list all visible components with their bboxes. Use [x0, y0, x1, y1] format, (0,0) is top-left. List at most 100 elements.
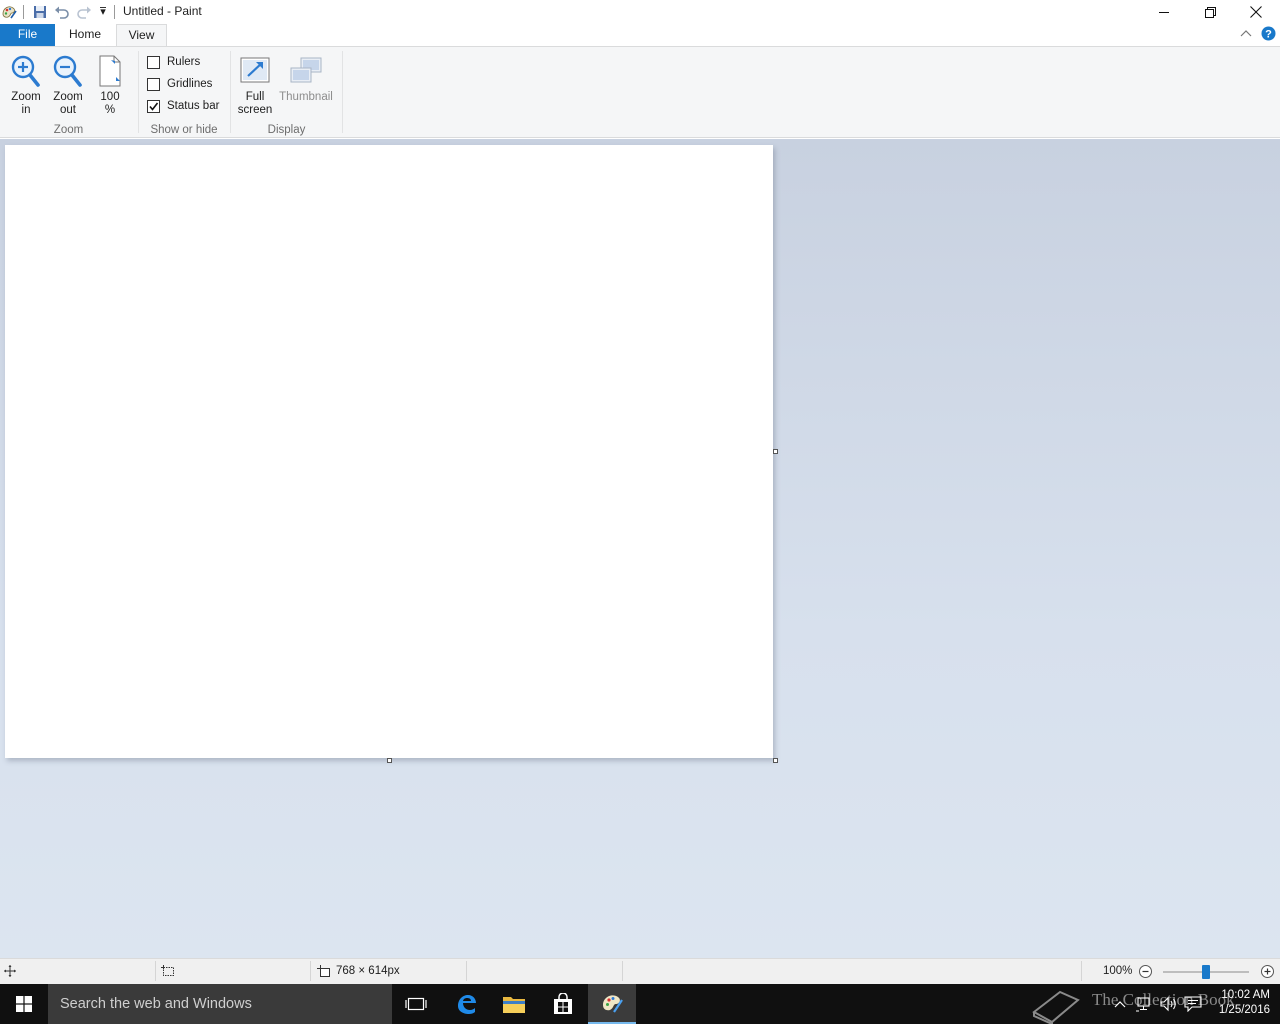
- zoom-in-status-button[interactable]: [1261, 965, 1274, 981]
- taskbar-clock[interactable]: 10:02 AM 1/25/2016: [1210, 988, 1270, 1018]
- show-hidden-icons-button[interactable]: [1114, 998, 1126, 1012]
- canvas-workspace: [0, 139, 1280, 958]
- edge-browser-button[interactable]: [442, 984, 490, 1024]
- restore-button[interactable]: [1187, 0, 1233, 24]
- svg-text:?: ?: [1265, 29, 1272, 41]
- restore-icon: [1204, 6, 1216, 18]
- gridlines-checkbox[interactable]: Gridlines: [147, 76, 212, 92]
- network-icon[interactable]: [1136, 996, 1152, 1015]
- thumbnail-icon: [290, 57, 322, 83]
- ribbon-view-panel: Zoom in Zoom out 100 % Zoom Rulers Gridl…: [0, 46, 1280, 138]
- drawing-canvas[interactable]: [5, 145, 773, 758]
- gridlines-checkbox-box[interactable]: [147, 77, 160, 91]
- group-separator: [138, 51, 139, 133]
- zoom-slider-thumb[interactable]: [1202, 965, 1210, 979]
- taskbar: Search the web and Windows The Collectio…: [0, 984, 1280, 1026]
- close-icon: [1250, 6, 1262, 18]
- show-or-hide-group-label: Show or hide: [150, 124, 218, 136]
- zoom-out-button[interactable]: Zoom out: [48, 53, 88, 117]
- rulers-checkbox[interactable]: Rulers: [147, 54, 200, 70]
- chevron-up-icon: [1240, 30, 1252, 37]
- actual-size-button[interactable]: 100 %: [92, 53, 128, 117]
- tab-file[interactable]: File: [0, 24, 55, 46]
- status-bar-checkbox-box[interactable]: [147, 99, 160, 113]
- close-button[interactable]: [1233, 0, 1279, 24]
- zoom-group-label: Zoom: [53, 124, 84, 136]
- tab-home[interactable]: Home: [56, 24, 114, 46]
- customize-quick-access-dropdown[interactable]: ▾: [94, 3, 112, 21]
- status-separator: [1081, 961, 1082, 981]
- full-screen-button[interactable]: Full screen: [235, 53, 275, 117]
- display-group-label: Display: [267, 124, 306, 136]
- zoom-in-icon: [11, 55, 40, 87]
- resize-handle-bottom[interactable]: [387, 758, 392, 763]
- actual-size-label-2: %: [104, 104, 116, 116]
- image-size-icon: [317, 965, 331, 980]
- minus-circle-icon: [1139, 965, 1152, 978]
- clock-time: 10:02 AM: [1221, 989, 1270, 1001]
- separator: [114, 5, 115, 19]
- selection-size-icon: [161, 965, 175, 980]
- undo-icon[interactable]: [53, 3, 71, 21]
- zoom-slider-track[interactable]: [1163, 965, 1249, 979]
- rulers-checkbox-box[interactable]: [147, 55, 160, 69]
- status-bar-label: Status bar: [167, 100, 220, 112]
- status-bar: 768 × 614px 100%: [0, 958, 1280, 984]
- plus-circle-icon: [1261, 965, 1274, 978]
- full-screen-label-2: screen: [237, 104, 273, 116]
- status-separator: [310, 961, 311, 981]
- group-separator: [230, 51, 231, 133]
- help-button[interactable]: ?: [1261, 26, 1276, 44]
- help-icon: ?: [1261, 26, 1276, 41]
- zoom-in-label-1: Zoom: [11, 91, 41, 103]
- rulers-label: Rulers: [167, 56, 201, 68]
- group-separator: [342, 51, 343, 133]
- thumbnail-label: Thumbnail: [279, 91, 333, 103]
- minimize-button[interactable]: [1141, 0, 1187, 24]
- paint-palette-icon: [603, 995, 623, 1013]
- action-center-icon[interactable]: [1184, 996, 1202, 1015]
- file-explorer-button[interactable]: [490, 984, 538, 1024]
- task-view-button[interactable]: [392, 984, 440, 1024]
- status-separator: [155, 961, 156, 981]
- zoom-out-label-2: out: [60, 104, 76, 116]
- window-title: Untitled - Paint: [123, 4, 202, 18]
- resize-handle-corner[interactable]: [773, 758, 778, 763]
- paint-taskbar-button[interactable]: [588, 984, 636, 1024]
- paint-app-icon[interactable]: [0, 3, 18, 21]
- zoom-in-label-2: in: [21, 104, 31, 116]
- zoom-out-icon: [53, 55, 82, 87]
- zoom-level-text: 100%: [1103, 965, 1133, 977]
- title-bar: ▾ Untitled - Paint: [0, 0, 1280, 24]
- clock-date: 1/25/2016: [1218, 1004, 1270, 1016]
- edge-icon: [458, 995, 476, 1014]
- minimize-ribbon-button[interactable]: [1240, 28, 1252, 42]
- minimize-icon: [1159, 12, 1169, 13]
- store-button[interactable]: [539, 984, 587, 1024]
- gridlines-label: Gridlines: [167, 78, 213, 90]
- zoom-out-status-button[interactable]: [1139, 965, 1152, 981]
- image-size-text: 768 × 614px: [336, 965, 400, 977]
- task-view-icon: [405, 997, 427, 1011]
- redo-icon[interactable]: [75, 3, 93, 21]
- cursor-position-icon: [4, 965, 16, 980]
- status-bar-checkbox[interactable]: Status bar: [147, 98, 219, 114]
- resize-handle-right[interactable]: [773, 449, 778, 454]
- taskbar-search-box[interactable]: Search the web and Windows: [48, 984, 392, 1024]
- store-bag-icon: [554, 993, 572, 1014]
- chevron-down-icon: ▾: [100, 6, 106, 18]
- tab-view[interactable]: View: [116, 24, 167, 47]
- chevron-up-icon: [1114, 1001, 1126, 1008]
- page-icon: [99, 55, 121, 87]
- checkmark-icon: [149, 102, 159, 111]
- zoom-out-label-1: Zoom: [53, 91, 83, 103]
- ribbon-tabs: File Home View ?: [0, 24, 1280, 47]
- volume-icon[interactable]: [1160, 996, 1178, 1015]
- start-button[interactable]: [0, 984, 48, 1024]
- zoom-in-button[interactable]: Zoom in: [6, 53, 46, 117]
- save-icon[interactable]: [31, 3, 49, 21]
- thumbnail-button[interactable]: Thumbnail: [277, 53, 335, 104]
- separator: [23, 5, 24, 19]
- status-separator: [466, 961, 467, 981]
- actual-size-label-1: 100: [100, 91, 120, 103]
